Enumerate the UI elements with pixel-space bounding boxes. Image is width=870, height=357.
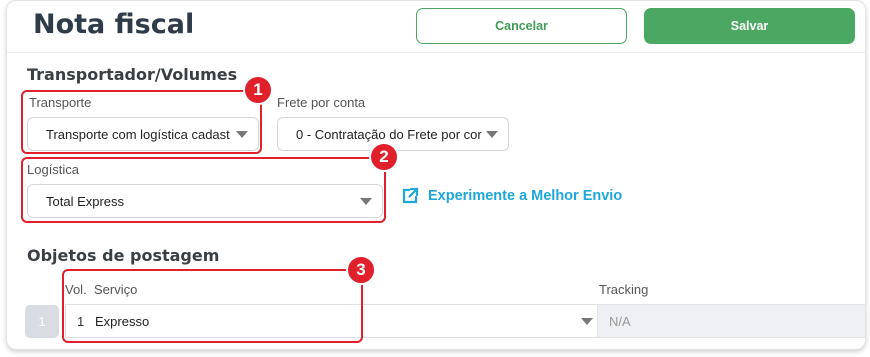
frete-label: Frete por conta: [277, 95, 366, 110]
chevron-down-icon: [486, 131, 498, 138]
header-bar: Nota fiscal Cancelar Salvar: [7, 1, 865, 53]
highlight-box-2: [21, 157, 386, 223]
save-button[interactable]: Salvar: [644, 8, 855, 44]
annotation-badge-1: 1: [243, 75, 273, 105]
transport-section-title: Transportador/Volumes: [27, 65, 238, 84]
tracking-field[interactable]: N/A: [597, 304, 865, 338]
tracking-column-header: Tracking: [599, 282, 649, 297]
cancel-button[interactable]: Cancelar: [416, 8, 627, 44]
nota-fiscal-panel: Nota fiscal Cancelar Salvar Transportado…: [6, 0, 866, 350]
annotation-badge-3: 3: [346, 255, 376, 285]
external-link-icon: [402, 187, 419, 204]
frete-value: 0 - Contratação do Frete por cor: [296, 126, 482, 142]
page-title: Nota fiscal: [33, 9, 195, 40]
melhor-envio-link[interactable]: Experimente a Melhor Envio: [401, 187, 622, 205]
highlight-box-3: [62, 269, 363, 343]
highlight-box-1: [21, 90, 262, 154]
chevron-down-icon: [581, 318, 593, 325]
melhor-envio-link-label: Experimente a Melhor Envio: [428, 188, 623, 204]
objects-section-title: Objetos de postagem: [27, 246, 220, 265]
annotation-badge-2: 2: [369, 142, 399, 172]
row-number: 1: [25, 305, 59, 338]
tracking-value: N/A: [609, 313, 631, 329]
